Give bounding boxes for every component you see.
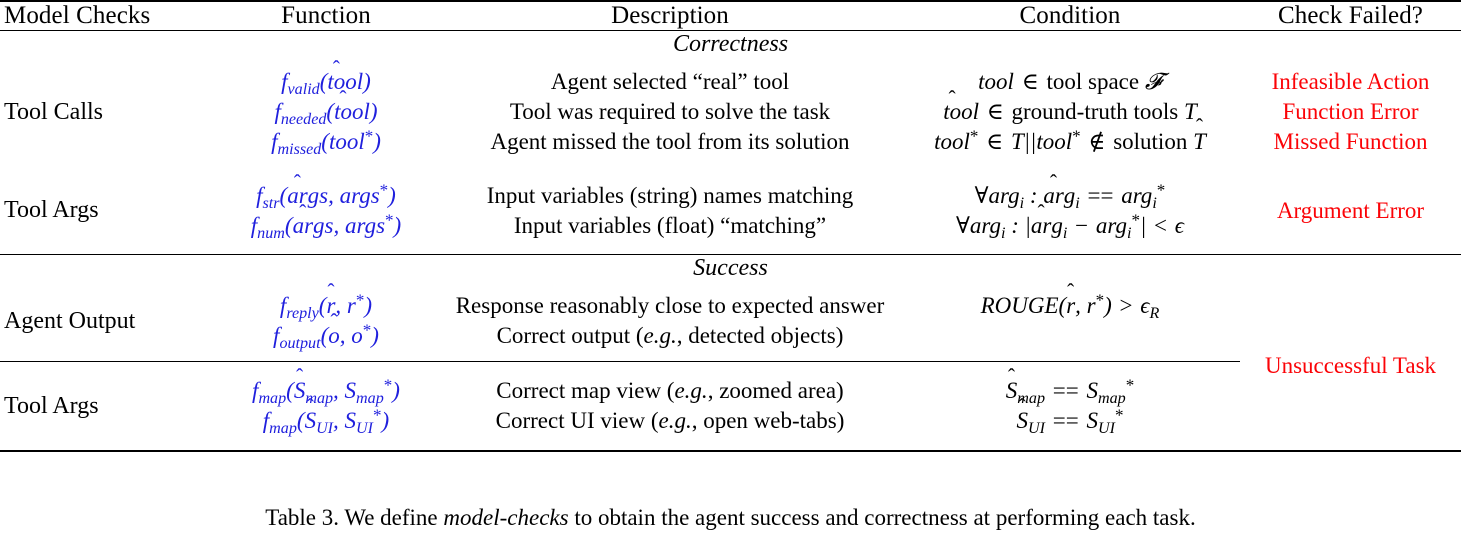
- condition-arg-num-eps: ∀argi : |ârgi − argi*| < ϵ: [955, 209, 1185, 242]
- description-line: Correct output (e.g., detected objects): [496, 323, 844, 349]
- row-descriptions-tool-calls: Agent selected “real” tool Tool was requ…: [440, 58, 900, 167]
- failure-label: Argument Error: [1276, 197, 1425, 223]
- caption-prefix: Table 3. We define: [265, 505, 444, 530]
- function-f-reply: freply(r̂, r*): [279, 290, 373, 323]
- row-label-agent-output: Agent Output: [4, 308, 136, 335]
- condition-tool-in-gt: ̂tool ∈ ground-truth tools T: [943, 98, 1197, 124]
- row-functions-agent-output: freply(r̂, r*) foutput(ô, o*): [212, 282, 440, 361]
- table-caption: Table 3. We define model-checks to obtai…: [0, 505, 1461, 531]
- failure-label: Missed Function: [1273, 128, 1428, 154]
- condition-tool-missed: tool* ∈ T||tool* ∉ solution T̂: [934, 126, 1206, 154]
- failure-label: Unsuccessful Task: [1264, 353, 1437, 379]
- header-check-failed: Check Failed?: [1277, 2, 1423, 29]
- function-f-str: fstr(ârgs, args*): [256, 180, 396, 212]
- condition-arg-string-eq: ∀argi : ârgi == argi*: [974, 180, 1166, 212]
- row-conditions-tool-args: ∀argi : ârgi == argi* ∀argi : |ârgi − …: [900, 167, 1240, 255]
- group-header-success: Success: [0, 255, 1461, 282]
- header-model-checks: Model Checks: [4, 2, 151, 29]
- row-label-tool-args-success: Tool Args: [4, 392, 99, 419]
- table-row-tool-args-correctness: Tool Args fstr(ârgs, args*) fnum(ârgs,…: [0, 167, 1461, 255]
- header-function: Function: [281, 2, 371, 29]
- function-f-map-map: fmap(Ŝmap, Smap*): [252, 375, 400, 408]
- function-f-output: foutput(ô, o*): [273, 320, 379, 353]
- caption-emphasis: model-checks: [443, 505, 569, 530]
- row-label-tool-args: Tool Args: [4, 196, 99, 223]
- row-failures-success: Unsuccessful Task: [1240, 282, 1461, 451]
- description-line: Agent selected “real” tool: [550, 69, 790, 94]
- row-functions-tool-calls: fvalid(̂tool) fneeded(̂tool) fmissed(too…: [212, 58, 440, 167]
- function-f-needed: fneeded(̂tool): [274, 98, 378, 128]
- table-row-tool-calls: Tool Calls fvalid(̂tool) fneeded(̂tool) …: [0, 58, 1461, 167]
- function-f-missed: fmissed(tool*): [271, 126, 381, 158]
- condition-blank: [900, 321, 1240, 351]
- row-failures-tool-calls: Infeasible Action Function Error Missed …: [1240, 58, 1461, 167]
- row-descriptions-tool-args: Input variables (string) names matching …: [440, 167, 900, 255]
- group-header-correctness: Correctness: [0, 31, 1461, 58]
- function-f-map-ui: fmap(ŜUI, SUI*): [262, 405, 390, 437]
- row-functions-tool-args: fstr(ârgs, args*) fnum(ârgs, args*): [212, 167, 440, 255]
- failure-label: Function Error: [1282, 98, 1419, 124]
- description-line: Input variables (float) “matching”: [513, 212, 827, 238]
- function-f-valid: fvalid(̂tool): [281, 69, 371, 98]
- description-line: Correct UI view (e.g., open web-tabs): [495, 408, 845, 434]
- description-line: Response reasonably close to expected an…: [455, 293, 885, 319]
- table-header-row: Model Checks Function Description Condit…: [0, 2, 1461, 31]
- table-row-agent-output: Agent Output freply(r̂, r*) foutput(ô, …: [0, 282, 1461, 378]
- table-figure: Model Checks Function Description Condit…: [0, 0, 1461, 560]
- row-functions-tool-args-success: fmap(Ŝmap, Smap*) fmap(ŜUI, SUI*): [212, 362, 440, 451]
- caption-suffix: to obtain the agent success and correctn…: [568, 505, 1196, 530]
- description-line: Agent missed the tool from its solution: [490, 128, 850, 154]
- condition-s-map-eq: Ŝmap == Smap*: [1005, 375, 1135, 408]
- table-bottom-rule: [0, 450, 1461, 454]
- description-line: Correct map view (e.g., zoomed area): [496, 378, 844, 404]
- row-conditions-tool-calls: tool ∈ tool space 𝓕 ̂tool ∈ ground-truth…: [900, 58, 1240, 167]
- group-label-correctness: Correctness: [672, 31, 789, 57]
- row-failures-tool-args: Argument Error: [1240, 167, 1461, 255]
- row-conditions-tool-args-success: Ŝmap == Smap* ŜUI == SUI*: [900, 362, 1240, 451]
- row-label-tool-calls: Tool Calls: [4, 98, 103, 125]
- group-label-success: Success: [693, 255, 768, 282]
- function-f-num: fnum(ârgs, args*): [250, 209, 402, 242]
- row-descriptions-agent-output: Response reasonably close to expected an…: [440, 282, 900, 361]
- header-description: Description: [611, 2, 729, 29]
- condition-tool-in-space: tool ∈ tool space 𝓕: [978, 69, 1162, 94]
- description-line: Input variables (string) names matching: [486, 182, 854, 208]
- row-conditions-agent-output: ROUGE(r̂, r*) > ϵR: [900, 282, 1240, 361]
- row-descriptions-tool-args-success: Correct map view (e.g., zoomed area) Cor…: [440, 362, 900, 451]
- header-condition: Condition: [1019, 2, 1121, 29]
- condition-s-ui-eq: ŜUI == SUI*: [1016, 405, 1124, 437]
- failure-label: Infeasible Action: [1271, 69, 1430, 94]
- model-checks-table: Model Checks Function Description Condit…: [0, 0, 1461, 454]
- condition-rouge: ROUGE(r̂, r*) > ϵR: [980, 290, 1160, 323]
- description-line: Tool was required to solve the task: [509, 98, 831, 124]
